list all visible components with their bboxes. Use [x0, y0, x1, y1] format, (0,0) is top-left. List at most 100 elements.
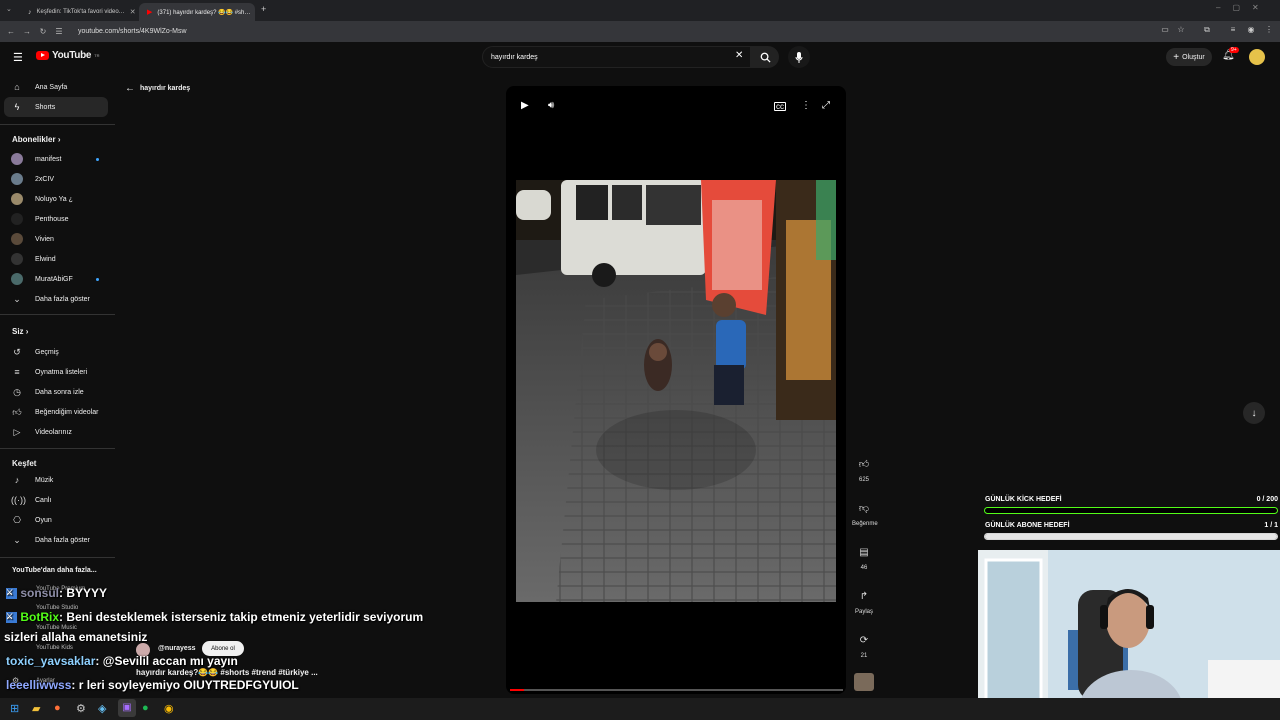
window-controls[interactable]: –▢✕ [1216, 3, 1271, 12]
hamburger-menu-icon[interactable]: ☰ [13, 51, 23, 64]
sidebar-item-watch-later[interactable]: ◷ Daha sonra izle [0, 382, 115, 402]
sidebar-item-your-videos[interactable]: ▷ Videolarınız [0, 422, 115, 442]
chat-message: ⚔ BotRix: Beni desteklemek isterseniz ta… [6, 610, 423, 624]
fullscreen-icon[interactable]: ⤢ [822, 100, 830, 111]
url-text: youtube.com/shorts/4K9WlZo-Msw [78, 28, 187, 35]
tab-title: (371) hayırdır kardeş? 😂😂 #sh… [157, 9, 251, 16]
sidebar-sub[interactable]: Elwind [0, 249, 115, 269]
cast-icon[interactable]: ▭ [1158, 25, 1172, 34]
url-field[interactable]: youtube.com/shorts/4K9WlZo-Msw [62, 24, 1152, 39]
browser-tab-1[interactable]: ♪ Keşfedin: TikTok'ta favori video… ✕ [20, 3, 135, 21]
new-tab-icon[interactable]: + [261, 4, 266, 14]
steam-icon[interactable]: ◈ [98, 702, 106, 715]
remix-button[interactable]: ⟳ 21 [852, 630, 876, 660]
gamepad-icon: ⎔ [13, 514, 21, 525]
progress-bar[interactable] [510, 689, 843, 691]
shorts-icon: ϟ [14, 102, 20, 112]
history-icon: ↺ [13, 346, 21, 357]
more-options-icon[interactable]: ⋮ [801, 100, 811, 111]
profile-icon[interactable]: ◉ [1244, 25, 1258, 34]
media-icon[interactable]: ≡ [1226, 25, 1240, 34]
tab-list-chevron-icon[interactable]: ⌄ [6, 5, 12, 13]
sidebar-item-history[interactable]: ↺ Geçmiş [0, 342, 115, 362]
chat-message: toxic_yavsaklar: @Sevilil accan mı yayın [6, 654, 238, 668]
video-content-image [516, 180, 836, 602]
sidebar-sub[interactable]: Vivien [0, 229, 115, 249]
audio-thumbnail[interactable] [854, 673, 874, 691]
twitch-icon[interactable]: ▣ [118, 699, 136, 717]
comments-button[interactable]: ▤ 46 [852, 542, 876, 572]
share-icon: ↱ [859, 590, 869, 602]
back-to-search[interactable]: ← hayırdır kardeş [125, 83, 190, 94]
sidebar-item-label: Ana Sayfa [35, 83, 68, 91]
clear-search-icon[interactable]: ✕ [735, 50, 743, 61]
search-input[interactable]: hayırdır kardeş [482, 46, 751, 68]
play-icon[interactable]: ▶ [521, 100, 529, 111]
share-button[interactable]: ↱ Paylaş [852, 586, 876, 616]
sidebar-item-label: Noluyo Ya ¿ [35, 195, 73, 203]
sidebar-item-gaming[interactable]: ⎔ Oyun [0, 510, 115, 530]
avatar [11, 213, 23, 225]
like-button[interactable]: 👍︎ 625 [852, 454, 876, 483]
forward-arrow-icon[interactable]: → [19, 27, 35, 36]
video-frame [516, 180, 836, 602]
goal-fill [985, 534, 1277, 539]
bookmark-star-icon[interactable]: ☆ [1174, 25, 1188, 34]
file-explorer-icon[interactable]: ▰ [32, 702, 40, 715]
settings-icon[interactable]: ⚙ [76, 702, 86, 715]
notification-badge: 9+ [1229, 47, 1239, 53]
show-more-explore[interactable]: ⌄ Daha fazla göster [0, 530, 115, 550]
account-avatar[interactable] [1249, 49, 1265, 65]
sidebar-item-label: manifest [35, 155, 62, 163]
extensions-icon[interactable]: ⧉ [1200, 25, 1214, 35]
chat-text: : @Sevilil accan mı yayın [95, 654, 238, 668]
back-arrow-icon[interactable]: ← [3, 27, 19, 36]
kick-goal-header: GÜNLÜK KİCK HEDEFİ 0 / 200 [985, 496, 1278, 503]
sidebar-item-playlists[interactable]: ≡ Oynatma listeleri [0, 362, 115, 382]
sidebar-sub[interactable]: Noluyo Ya ¿ [0, 189, 115, 209]
show-more-subs[interactable]: ⌄ Daha fazla göster [0, 289, 115, 309]
tiktok-icon: ♪ [28, 8, 32, 16]
sidebar-item-home[interactable]: ⌂ Ana Sayfa [0, 77, 115, 97]
sidebar-sub[interactable]: Penthouse [0, 209, 115, 229]
reload-icon[interactable]: ↻ [35, 27, 51, 36]
sidebar-item-label: Geçmiş [35, 348, 59, 356]
close-icon[interactable]: ✕ [130, 8, 135, 16]
sidebar-item-label: Daha fazla göster [35, 295, 90, 303]
spotify-icon[interactable]: ● [142, 702, 149, 714]
voice-search-button[interactable] [788, 46, 810, 68]
windows-start-icon[interactable]: ⊞ [10, 702, 19, 715]
subscriptions-heading[interactable]: Abonelikler › [12, 135, 60, 144]
volume-icon[interactable]: 🔊︎ [548, 100, 554, 111]
chat-message: ⚔ sonsul: BYYYY [6, 586, 107, 600]
sidebar-item-music[interactable]: ♪ Müzik [0, 470, 115, 490]
goal-label: GÜNLÜK ABONE HEDEFİ [985, 522, 1070, 529]
webcam-overlay [978, 550, 1280, 720]
chevron-down-icon: ⌄ [13, 534, 21, 545]
kick-badge-icon: ⚔ [6, 588, 17, 600]
sidebar-sub[interactable]: 2xCIV [0, 169, 115, 189]
dislike-button[interactable]: 👎︎ Beğenme [852, 498, 878, 527]
captions-icon[interactable]: cc [774, 102, 786, 111]
sidebar-item-shorts[interactable]: ϟ Shorts [4, 97, 108, 117]
create-button[interactable]: + Oluştur [1166, 48, 1212, 66]
browser-tab-2[interactable]: ▶ (371) hayırdır kardeş? 😂😂 #sh… ✕ [139, 3, 255, 21]
you-heading[interactable]: Siz › [12, 327, 28, 336]
sidebar-item-kids[interactable]: YouTube Kids [36, 645, 73, 651]
youtube-logo[interactable]: YouTube TR [36, 50, 100, 61]
menu-dots-icon[interactable]: ⋮ [1262, 25, 1276, 34]
sidebar-item-live[interactable]: ((·)) Canlı [0, 490, 115, 510]
chrome-icon[interactable]: ◉ [164, 702, 174, 715]
next-video-button[interactable]: ↓ [1243, 402, 1265, 424]
search-button[interactable] [751, 46, 779, 68]
channel-name[interactable]: @nurayess [158, 645, 196, 652]
share-label: Paylaş [854, 609, 873, 615]
video-icon: ▷ [13, 426, 21, 437]
sidebar-item-label: Müzik [35, 476, 54, 484]
sidebar-item-liked[interactable]: 👍︎ Beğendiğim videolar [0, 402, 115, 422]
microphone-icon [795, 51, 803, 63]
avatar [11, 193, 23, 205]
sidebar-item-label: Daha fazla göster [35, 536, 90, 544]
sidebar-item-label: Vivien [35, 235, 54, 243]
firefox-icon[interactable]: ● [54, 702, 61, 714]
